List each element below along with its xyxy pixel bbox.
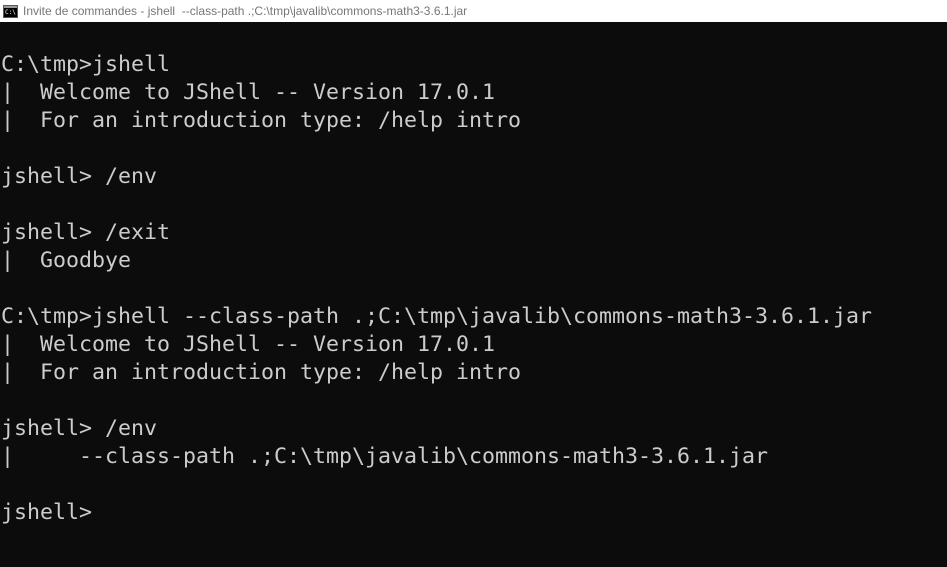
console-line: | --class-path .;C:\tmp\javalib\commons-… bbox=[1, 444, 769, 469]
console-line: | Goodbye bbox=[1, 248, 132, 273]
console-line: jshell> /env bbox=[1, 164, 158, 189]
console-line: C:\tmp>jshell bbox=[1, 52, 171, 77]
title-bar[interactable]: C:\ Invite de commandes - jshell --class… bbox=[0, 0, 947, 22]
console-line: | For an introduction type: /help intro bbox=[1, 360, 522, 385]
cmd-icon-bar bbox=[4, 5, 17, 8]
console-line: | Welcome to JShell -- Version 17.0.1 bbox=[1, 80, 496, 105]
cmd-icon-prompt: C:\ bbox=[5, 8, 16, 16]
console-line: C:\tmp>jshell --class-path .;C:\tmp\java… bbox=[1, 304, 873, 329]
console-line: jshell> /exit bbox=[1, 220, 171, 245]
console-output[interactable]: C:\tmp>jshell | Welcome to JShell -- Ver… bbox=[1, 51, 872, 527]
console-line: | Welcome to JShell -- Version 17.0.1 bbox=[1, 332, 496, 357]
console-line: | For an introduction type: /help intro bbox=[1, 108, 522, 133]
command-prompt-window: C:\ Invite de commandes - jshell --class… bbox=[0, 0, 947, 567]
console-line: jshell> /env bbox=[1, 416, 158, 441]
console-prompt-line[interactable]: jshell> bbox=[1, 499, 872, 527]
window-title: Invite de commandes - jshell --class-pat… bbox=[23, 4, 468, 18]
cmd-icon[interactable]: C:\ bbox=[3, 4, 18, 18]
